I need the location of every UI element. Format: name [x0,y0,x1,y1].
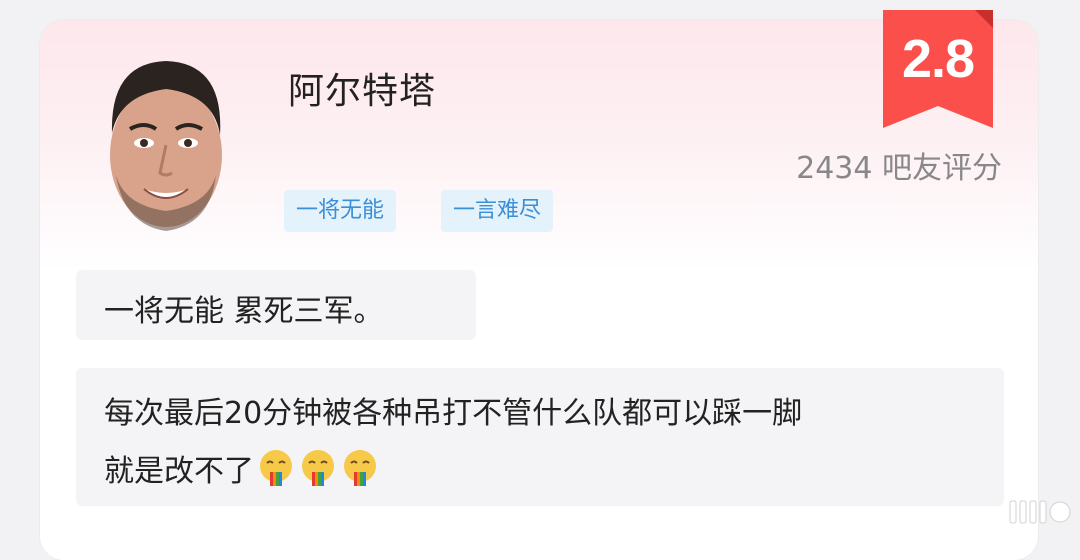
tag-yijiangwuneng[interactable]: 一将无能 [284,190,397,232]
comment-text: 每次最后20分钟被各种吊打不管什么队都可以踩一脚 [104,396,803,431]
vomit-emoji-icon [344,450,376,486]
player-avatar[interactable] [102,55,230,235]
comment-text: 就是改不了 [104,454,254,489]
comment-bubble: 一将无能 累死三军。 [76,270,476,340]
face-portrait-icon [110,61,222,231]
watermark-icon [1009,500,1071,524]
comment-text: 一将无能 累死三军。 [104,294,384,329]
player-name: 阿尔特塔 [288,71,437,112]
rater-count: 2434 吧友评分 [796,151,1002,186]
vomit-emoji-icon [260,450,292,486]
rating-score: 2.8 [901,29,975,89]
comment-line-2: 就是改不了 [104,446,380,490]
comment-bubble: 每次最后20分钟被各种吊打不管什么队都可以踩一脚 就是改不了 [76,368,1004,506]
tag-yiyannanjin[interactable]: 一言难尽 [441,190,554,232]
vomit-emoji-icon [302,450,334,486]
